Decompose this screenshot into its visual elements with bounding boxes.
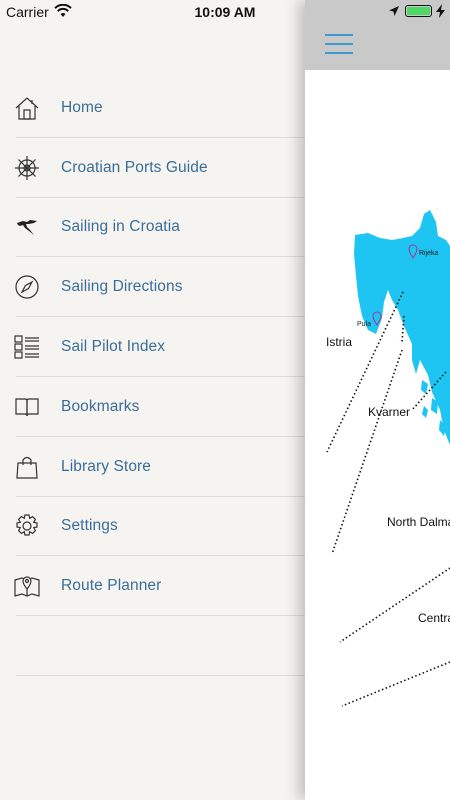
status-bar: Carrier 10:09 AM: [0, 0, 450, 24]
map-pin-icon: [14, 573, 40, 599]
central-leader: [341, 661, 450, 707]
menu-label: Sailing in Croatia: [61, 218, 180, 236]
home-icon: [14, 95, 40, 121]
menu-label: Sailing Directions: [61, 278, 183, 296]
menu-item-sailing-in-croatia[interactable]: Sailing in Croatia: [0, 198, 305, 258]
location-arrow-icon: [389, 6, 399, 16]
menu-item-sail-pilot-index[interactable]: Sail Pilot Index: [0, 317, 305, 377]
croatia-region-map[interactable]: Rijeka Pula Istria Kvarner North Dalmati…: [305, 70, 450, 800]
menu-empty-row: [0, 616, 305, 676]
menu-item-library-store[interactable]: Library Store: [0, 437, 305, 497]
north-dalmatia-label: North Dalmatia: [387, 515, 450, 529]
menu-label: Settings: [61, 517, 118, 535]
charging-bolt-icon: [436, 4, 445, 18]
menu-item-route-planner[interactable]: Route Planner: [0, 556, 305, 616]
menu-item-bookmarks[interactable]: Bookmarks: [0, 377, 305, 437]
croatia-map-icon: [14, 214, 40, 240]
island-small-3: [422, 406, 428, 418]
menu-label: Sail Pilot Index: [61, 338, 166, 356]
clock: 10:09 AM: [194, 4, 256, 20]
central-label: Central: [418, 611, 450, 625]
shopping-bag-icon: [14, 454, 40, 480]
menu-label: Home: [61, 98, 103, 116]
istria-label: Istria: [326, 335, 352, 349]
menu-item-home[interactable]: Home: [0, 78, 305, 138]
index-list-icon: [14, 334, 40, 360]
menu-item-sailing-directions[interactable]: Sailing Directions: [0, 257, 305, 317]
hamburger-icon[interactable]: [325, 34, 353, 56]
main-panel[interactable]: Rijeka Pula Istria Kvarner North Dalmati…: [305, 0, 450, 800]
book-icon: [14, 394, 40, 420]
ship-wheel-icon: [14, 155, 40, 181]
north-dalmatia-leader: [339, 567, 450, 643]
rijeka-label: Rijeka: [419, 250, 439, 257]
battery-fill: [407, 7, 430, 15]
island-small-1: [421, 380, 428, 394]
pula-label: Pula: [357, 321, 371, 328]
menu-item-ports-guide[interactable]: Croatian Ports Guide: [0, 138, 305, 198]
menu-label: Library Store: [61, 457, 152, 475]
compass-icon: [14, 274, 40, 300]
kvarner-label: Kvarner: [368, 405, 410, 419]
menu-label: Croatian Ports Guide: [61, 158, 208, 176]
menu-label: Route Planner: [61, 577, 162, 595]
menu-label: Bookmarks: [61, 397, 140, 415]
gear-icon: [14, 513, 40, 539]
side-menu: Home Croatian Ports Guide Sailing in Cro…: [0, 78, 305, 676]
menu-item-settings[interactable]: Settings: [0, 497, 305, 557]
battery-icon: [405, 5, 432, 17]
